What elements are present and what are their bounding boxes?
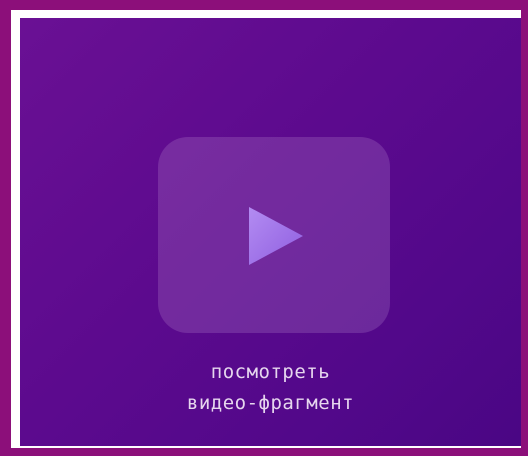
- caption-video-fragment[interactable]: видео-фрагмент: [20, 392, 521, 414]
- caption-watch[interactable]: посмотреть: [20, 361, 521, 383]
- play-icon: [249, 207, 303, 265]
- play-button[interactable]: [158, 137, 390, 333]
- outer-frame: посмотреть видео-фрагмент: [0, 0, 528, 456]
- video-preview-panel[interactable]: посмотреть видео-фрагмент: [20, 18, 521, 446]
